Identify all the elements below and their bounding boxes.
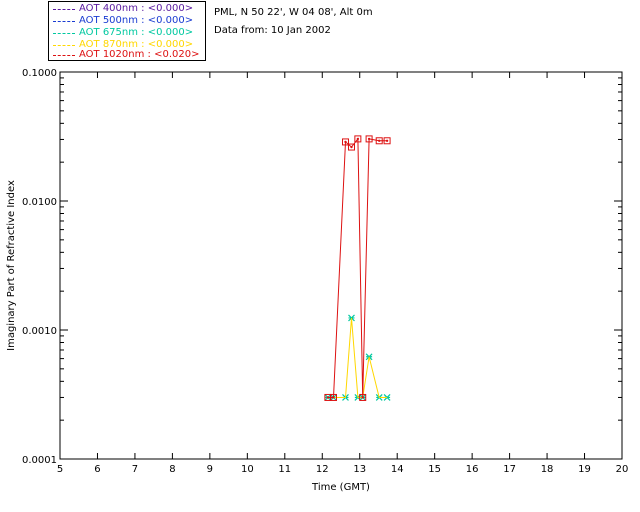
- x-tick-label: 8: [169, 464, 175, 475]
- legend: AOT 400nm : <0.000> AOT 500nm : <0.000> …: [48, 1, 206, 61]
- x-tick-label: 10: [241, 464, 254, 475]
- x-tick-label: 9: [207, 464, 213, 475]
- y-tick-label: 0.0001: [22, 455, 57, 466]
- legend-label-500nm: AOT 500nm : <0.000>: [79, 15, 194, 26]
- legend-item-400nm: AOT 400nm : <0.000>: [49, 3, 207, 15]
- series-point-center: [344, 140, 347, 144]
- series-point-center: [378, 139, 381, 142]
- legend-label-400nm: AOT 400nm : <0.000>: [79, 3, 194, 14]
- axes-layer: 5 6 7 8 9 10 11 12 13 14 15 16 17 18 19 20 0.0001 0.0010 0…: [6, 68, 628, 493]
- x-tick-label: 20: [616, 464, 629, 475]
- series-point-center: [385, 139, 389, 142]
- x-tick-label: 7: [132, 464, 138, 475]
- series-point-center: [350, 145, 353, 149]
- legend-swatch-675nm: [53, 33, 75, 34]
- legend-item-1020nm: AOT 1020nm : <0.020>: [49, 49, 207, 61]
- series-point-center: [332, 396, 335, 399]
- x-tick-label: 5: [57, 464, 63, 475]
- legend-swatch-400nm: [53, 9, 75, 10]
- y-axis-label: Imaginary Part of Refractive Index: [6, 180, 17, 351]
- x-tick-label: 18: [541, 464, 554, 475]
- legend-item-500nm: AOT 500nm : <0.000>: [49, 15, 207, 27]
- x-tick-label: 12: [316, 464, 329, 475]
- x-tick-label: 16: [466, 464, 479, 475]
- plot-frame: [59, 71, 623, 460]
- x-axis-label: Time (GMT): [311, 482, 370, 493]
- x-tick-label: 6: [94, 464, 100, 475]
- legend-label-675nm: AOT 675nm : <0.000>: [79, 27, 194, 38]
- x-tick-label: 14: [391, 464, 404, 475]
- series-point-center: [367, 137, 371, 141]
- x-tick-label: 17: [503, 464, 516, 475]
- station-info: PML, N 50 22', W 04 08', Alt 0m: [214, 7, 373, 18]
- y-tick-label: 0.0100: [22, 197, 57, 208]
- x-tick-label: 13: [353, 464, 366, 475]
- x-tick-label: 15: [428, 464, 441, 475]
- chart-svg: 5 6 7 8 9 10 11 12 13 14 15 16 17 18 19 20 0.0001 0.0010 0…: [6, 68, 628, 493]
- y-tick-label: 0.1000: [22, 68, 57, 79]
- legend-item-675nm: AOT 675nm : <0.000>: [49, 27, 207, 39]
- series-point-center: [326, 396, 330, 399]
- series-point-center: [356, 137, 360, 141]
- series-line-4: [327, 137, 388, 398]
- legend-label-1020nm: AOT 1020nm : <0.020>: [79, 49, 200, 60]
- series-layer: [324, 135, 391, 401]
- legend-swatch-870nm: [53, 45, 75, 46]
- legend-swatch-1020nm: [53, 55, 75, 56]
- y-tick-label: 0.0010: [22, 326, 57, 337]
- date-info: Data from: 10 Jan 2002: [214, 25, 331, 36]
- series-point-center: [361, 396, 364, 399]
- x-tick-label: 19: [578, 464, 591, 475]
- x-tick-label: 11: [278, 464, 291, 475]
- legend-swatch-500nm: [53, 21, 75, 22]
